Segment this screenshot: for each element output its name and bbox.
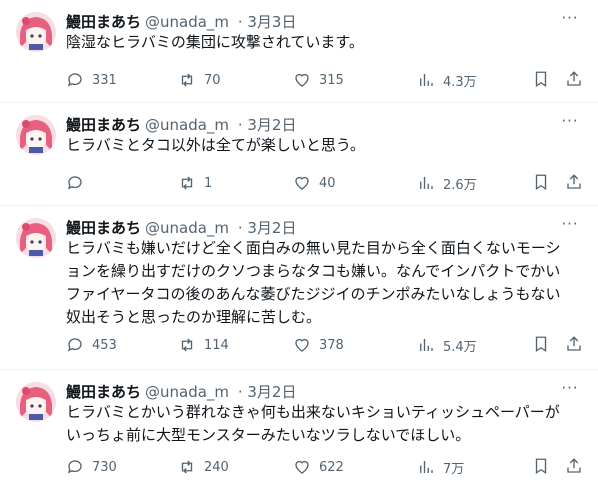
views-chart-icon [420, 177, 433, 189]
tweet[interactable]: 鰻田まあち @unada_m · 3月3日 ··· 陰湿なヒラバミの集団に攻撃され… [0, 0, 598, 103]
like-count: 315 [319, 72, 344, 88]
heart-icon [295, 338, 309, 352]
views-button[interactable]: 2.6万 [417, 173, 477, 193]
retweet-icon [181, 176, 193, 190]
more-horizontal-icon[interactable]: ··· [560, 114, 580, 133]
tweet[interactable]: 鰻田まあち @unada_m · 3月2日 ··· ヒラバミとタコ以外は全てが楽し… [0, 103, 598, 206]
views-button[interactable]: 5.4万 [417, 335, 477, 355]
share-icon[interactable] [565, 70, 585, 90]
retweet-count: 70 [204, 72, 221, 88]
tweet-date[interactable]: 3月2日 [247, 116, 296, 134]
retweet-icon [181, 338, 193, 352]
retweet-icon [181, 460, 193, 474]
reply-button[interactable] [66, 173, 92, 193]
tweet-actions: 453 114 378 5.4万 [66, 335, 586, 355]
tweet-header: 鰻田まあち @unada_m · 3月3日 [66, 11, 582, 31]
views-chart-icon [420, 339, 433, 351]
views-count: 5.4万 [443, 339, 477, 355]
avatar[interactable] [16, 115, 56, 155]
views-chart-icon [420, 461, 433, 473]
like-count: 622 [319, 459, 344, 475]
tweet-header: 鰻田まあち @unada_m · 3月2日 [66, 217, 582, 237]
more-horizontal-icon[interactable]: ··· [560, 381, 580, 400]
retweet-icon [181, 73, 193, 87]
retweet-button[interactable]: 114 [178, 335, 229, 355]
more-horizontal-icon[interactable]: ··· [560, 11, 580, 30]
like-button[interactable]: 378 [293, 335, 344, 355]
tweet[interactable]: 鰻田まあち @unada_m · 3月2日 ··· ヒラバミとかいう群れなきゃ何も… [0, 370, 598, 487]
separator-dot: · [233, 383, 248, 401]
tweet-actions: 1 40 2.6万 [66, 173, 586, 193]
reply-icon [67, 460, 82, 474]
like-count: 40 [319, 175, 336, 191]
tweet-header: 鰻田まあち @unada_m · 3月2日 [66, 381, 582, 401]
avatar[interactable] [16, 12, 56, 52]
author-name[interactable]: 鰻田まあち [66, 13, 141, 31]
more-horizontal-icon[interactable]: ··· [560, 217, 580, 236]
separator-dot: · [233, 116, 248, 134]
author-handle[interactable]: @unada_m [145, 116, 229, 134]
avatar[interactable] [16, 382, 56, 422]
like-count: 378 [319, 337, 344, 353]
tweet-actions: 331 70 315 4.3万 [66, 70, 586, 90]
author-handle[interactable]: @unada_m [145, 13, 229, 31]
tweet-header: 鰻田まあち @unada_m · 3月2日 [66, 114, 582, 134]
author-handle[interactable]: @unada_m [145, 383, 229, 401]
bookmark-icon[interactable] [532, 173, 552, 193]
views-count: 7万 [443, 461, 465, 477]
heart-icon [295, 73, 309, 87]
tweet-date[interactable]: 3月2日 [247, 383, 296, 401]
reply-button[interactable]: 730 [66, 457, 117, 477]
share-icon[interactable] [565, 457, 585, 477]
reply-icon [67, 73, 82, 87]
retweet-count: 1 [204, 175, 213, 191]
views-count: 2.6万 [443, 177, 477, 193]
reply-count: 453 [92, 337, 117, 353]
author-name[interactable]: 鰻田まあち [66, 219, 141, 237]
retweet-button[interactable]: 70 [178, 70, 221, 90]
avatar[interactable] [16, 218, 56, 258]
tweet-text: ヒラバミとタコ以外は全てが楽しいと思う。 [66, 136, 365, 154]
heart-icon [295, 460, 309, 474]
author-name[interactable]: 鰻田まあち [66, 116, 141, 134]
reply-icon [67, 338, 82, 352]
retweet-button[interactable]: 1 [178, 173, 212, 193]
tweet-date[interactable]: 3月3日 [247, 13, 296, 31]
tweet-date[interactable]: 3月2日 [247, 219, 296, 237]
tweet-text: ヒラバミも嫌いだけど全く面白みの無い見た目から全く面白くないモーションを繰り出す… [66, 239, 561, 326]
views-button[interactable]: 4.3万 [417, 70, 477, 90]
bookmark-icon[interactable] [532, 70, 552, 90]
reply-icon [67, 176, 82, 190]
tweet-actions: 730 240 622 7万 [66, 457, 586, 477]
reply-button[interactable]: 453 [66, 335, 117, 355]
like-button[interactable]: 315 [293, 70, 344, 90]
retweet-button[interactable]: 240 [178, 457, 229, 477]
separator-dot: · [233, 13, 248, 31]
reply-button[interactable]: 331 [66, 70, 117, 90]
author-handle[interactable]: @unada_m [145, 219, 229, 237]
tweet-text: 陰湿なヒラバミの集団に攻撃されています。 [66, 33, 364, 51]
views-button[interactable]: 7万 [417, 457, 464, 477]
bookmark-icon[interactable] [532, 457, 552, 477]
retweet-count: 114 [204, 337, 229, 353]
separator-dot: · [233, 219, 248, 237]
like-button[interactable]: 40 [293, 173, 336, 193]
tweet[interactable]: 鰻田まあち @unada_m · 3月2日 ··· ヒラバミも嫌いだけど全く面白み… [0, 206, 598, 370]
retweet-count: 240 [204, 459, 229, 475]
views-count: 4.3万 [443, 74, 477, 90]
bookmark-icon[interactable] [532, 335, 552, 355]
tweet-text: ヒラバミとかいう群れなきゃ何も出来ないキショいティッシュペーパーがいっちょ前に大… [66, 403, 560, 444]
author-name[interactable]: 鰻田まあち [66, 383, 141, 401]
reply-count: 730 [92, 459, 117, 475]
reply-count: 331 [92, 72, 117, 88]
like-button[interactable]: 622 [293, 457, 344, 477]
share-icon[interactable] [565, 335, 585, 355]
views-chart-icon [420, 74, 433, 86]
heart-icon [295, 176, 309, 190]
timeline: 鰻田まあち @unada_m · 3月3日 ··· 陰湿なヒラバミの集団に攻撃され… [0, 0, 598, 487]
share-icon[interactable] [565, 173, 585, 193]
